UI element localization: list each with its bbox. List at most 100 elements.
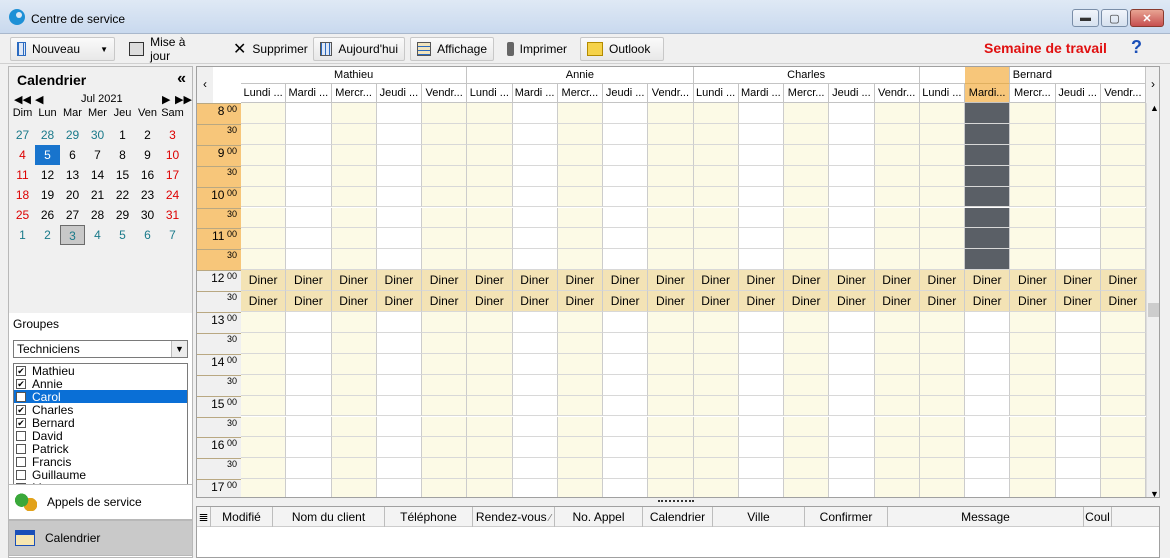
time-cell[interactable] (648, 332, 694, 354)
time-cell[interactable] (1055, 207, 1101, 229)
time-cell[interactable] (784, 228, 830, 250)
time-cell[interactable] (603, 437, 649, 459)
time-cell[interactable] (693, 228, 739, 250)
time-cell[interactable] (1010, 186, 1056, 208)
time-cell[interactable] (557, 249, 603, 271)
time-cell[interactable] (784, 374, 830, 396)
time-cell[interactable] (648, 437, 694, 459)
calendar-day[interactable]: 1 (10, 225, 35, 245)
time-cell[interactable] (331, 165, 377, 187)
column-header[interactable]: Téléphone (385, 507, 473, 527)
time-cell[interactable] (286, 207, 332, 229)
resource-header[interactable]: Charles (693, 67, 920, 84)
time-cell[interactable] (286, 458, 332, 480)
lunch-block[interactable]: Diner (784, 291, 830, 312)
time-cell[interactable] (648, 395, 694, 417)
time-cell[interactable] (557, 416, 603, 438)
calendar-day[interactable]: 6 (135, 225, 160, 245)
time-cell[interactable] (919, 123, 965, 145)
time-cell[interactable] (738, 416, 784, 438)
time-cell[interactable] (376, 437, 422, 459)
time-cell[interactable] (241, 458, 287, 480)
collapse-icon[interactable]: « (177, 70, 186, 88)
time-cell[interactable] (829, 312, 875, 333)
time-cell[interactable] (331, 332, 377, 354)
time-cell[interactable] (376, 416, 422, 438)
time-cell[interactable] (784, 186, 830, 208)
time-cell[interactable] (919, 395, 965, 417)
help-icon[interactable]: ? (1131, 37, 1142, 58)
lunch-block[interactable]: Diner (784, 270, 830, 292)
time-cell[interactable] (1010, 165, 1056, 187)
time-cell[interactable] (557, 228, 603, 250)
time-cell[interactable] (286, 144, 332, 166)
time-cell[interactable] (512, 165, 558, 187)
time-cell[interactable] (1055, 123, 1101, 145)
time-cell[interactable] (286, 228, 332, 250)
time-cell[interactable] (331, 123, 377, 145)
time-cell[interactable] (1100, 249, 1146, 271)
day-header[interactable]: Mercr... (557, 84, 603, 103)
time-cell[interactable] (829, 249, 875, 271)
time-cell[interactable] (286, 123, 332, 145)
time-cell[interactable] (557, 103, 603, 124)
time-cell[interactable] (1100, 103, 1146, 124)
time-cell[interactable] (1055, 103, 1101, 124)
time-cell[interactable] (1055, 353, 1101, 375)
time-cell[interactable] (1055, 437, 1101, 459)
busy-block[interactable] (965, 123, 1011, 145)
time-cell[interactable] (738, 312, 784, 333)
time-cell[interactable] (1100, 416, 1146, 438)
time-cell[interactable] (919, 416, 965, 438)
time-cell[interactable] (829, 123, 875, 145)
time-cell[interactable] (603, 123, 649, 145)
time-cell[interactable] (919, 437, 965, 459)
time-cell[interactable] (738, 186, 784, 208)
time-cell[interactable] (1100, 165, 1146, 187)
time-cell[interactable] (693, 207, 739, 229)
calendar-day[interactable]: 9 (135, 145, 160, 165)
time-cell[interactable] (376, 458, 422, 480)
time-cell[interactable] (874, 374, 920, 396)
time-cell[interactable] (1010, 144, 1056, 166)
lunch-block[interactable]: Diner (603, 291, 649, 312)
lunch-block[interactable]: Diner (738, 291, 784, 312)
lunch-block[interactable]: Diner (693, 270, 739, 292)
time-cell[interactable] (422, 458, 468, 480)
new-button[interactable]: Nouveau ▼ (10, 37, 115, 61)
time-cell[interactable] (286, 395, 332, 417)
time-cell[interactable] (331, 353, 377, 375)
time-cell[interactable] (784, 144, 830, 166)
time-cell[interactable] (422, 207, 468, 229)
time-cell[interactable] (1055, 186, 1101, 208)
lunch-block[interactable]: Diner (874, 291, 920, 312)
calendar-day[interactable]: 15 (110, 165, 135, 185)
time-cell[interactable] (512, 353, 558, 375)
time-cell[interactable] (512, 416, 558, 438)
time-cell[interactable] (648, 165, 694, 187)
time-cell[interactable] (738, 207, 784, 229)
time-cell[interactable] (241, 186, 287, 208)
time-cell[interactable] (241, 207, 287, 229)
time-cell[interactable] (874, 103, 920, 124)
time-cell[interactable] (603, 103, 649, 124)
calendar-day[interactable]: 3 (60, 225, 85, 245)
technician-item[interactable]: Francis (14, 455, 187, 469)
time-cell[interactable] (648, 458, 694, 480)
time-cell[interactable] (467, 207, 513, 229)
calendar-day[interactable]: 27 (60, 205, 85, 225)
time-cell[interactable] (829, 332, 875, 354)
calendar-day[interactable]: 3 (160, 125, 185, 145)
time-cell[interactable] (376, 207, 422, 229)
time-cell[interactable] (919, 103, 965, 124)
calendar-day[interactable]: 16 (135, 165, 160, 185)
lunch-block[interactable]: Diner (422, 270, 468, 292)
day-header[interactable]: Lundi ... (467, 84, 513, 103)
busy-block[interactable] (965, 249, 1011, 271)
column-header[interactable]: Coul (1084, 507, 1112, 527)
time-cell[interactable] (1100, 437, 1146, 459)
time-cell[interactable] (829, 416, 875, 438)
time-cell[interactable] (603, 374, 649, 396)
outlook-button[interactable]: Outlook (580, 37, 664, 61)
time-cell[interactable] (467, 479, 513, 497)
